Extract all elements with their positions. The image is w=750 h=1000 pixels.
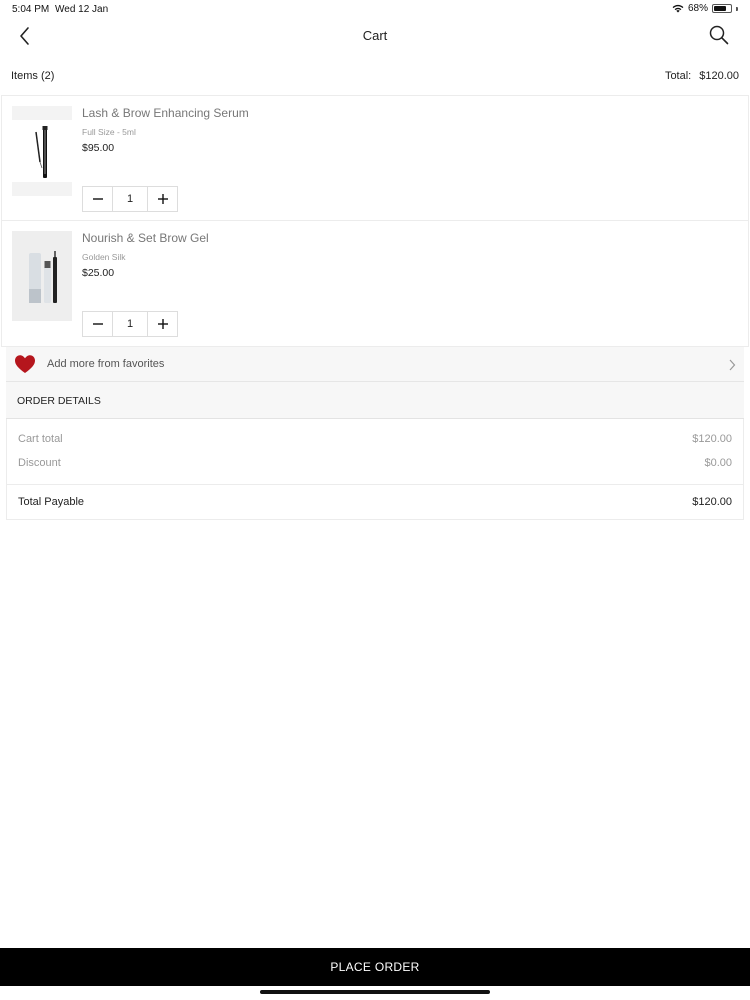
- plus-icon: [157, 319, 168, 329]
- battery-icon: [712, 4, 732, 13]
- product-variant: Golden Silk: [82, 252, 126, 262]
- product-price: $95.00: [82, 142, 115, 154]
- status-indicators: 68%: [672, 3, 738, 14]
- order-details-header: ORDER DETAILS: [6, 382, 744, 419]
- discount-value: $0.00: [704, 457, 732, 469]
- battery-percentage: 68%: [687, 3, 708, 14]
- discount-line: Discount $0.00: [18, 457, 732, 469]
- decrease-quantity-button[interactable]: [83, 312, 112, 336]
- cart-items-list: Lash & Brow Enhancing Serum Full Size - …: [1, 95, 749, 347]
- cart-total-value: $120.00: [692, 433, 732, 445]
- favorites-label: Add more from favorites: [47, 358, 165, 370]
- header: Cart: [0, 18, 750, 54]
- order-details: Cart total $120.00 Discount $0.00 Total …: [6, 419, 744, 520]
- heart-icon: [15, 355, 35, 373]
- cart-item: Nourish & Set Brow Gel Golden Silk $25.0…: [2, 221, 748, 346]
- total-payable-line: Total Payable $120.00: [18, 496, 732, 508]
- plus-icon: [157, 194, 168, 204]
- product-name[interactable]: Lash & Brow Enhancing Serum: [82, 106, 249, 120]
- order-details-title: ORDER DETAILS: [17, 395, 101, 407]
- status-time: 5:04 PM: [12, 4, 50, 15]
- product-variant: Full Size - 5ml: [82, 127, 136, 137]
- product-name[interactable]: Nourish & Set Brow Gel: [82, 231, 209, 245]
- cart-summary: Items (2) Total: $120.00: [0, 68, 750, 84]
- wifi-icon: [672, 4, 684, 13]
- product-image[interactable]: [12, 106, 72, 196]
- increase-quantity-button[interactable]: [148, 187, 177, 211]
- quantity-stepper: 1: [82, 186, 178, 212]
- total-label: Total:: [664, 70, 692, 82]
- search-button[interactable]: [708, 24, 730, 46]
- decrease-quantity-button[interactable]: [83, 187, 112, 211]
- search-icon: [709, 25, 729, 45]
- minus-icon: [92, 323, 103, 325]
- place-order-button[interactable]: PLACE ORDER: [0, 948, 750, 986]
- page-title: Cart: [362, 28, 388, 43]
- status-bar: 5:04 PM Wed 12 Jan 68%: [0, 0, 750, 18]
- items-count: Items (2): [11, 70, 55, 82]
- quantity-value: 1: [112, 312, 148, 336]
- total-payable-value: $120.00: [692, 496, 732, 508]
- minus-icon: [92, 198, 103, 200]
- cart-total-line: Cart total $120.00: [18, 433, 732, 445]
- chevron-right-icon: [729, 359, 736, 371]
- cart-total-summary: Total: $120.00: [665, 70, 739, 82]
- quantity-stepper: 1: [82, 311, 178, 337]
- cart-item: Lash & Brow Enhancing Serum Full Size - …: [2, 96, 748, 221]
- cart-total-label: Cart total: [18, 433, 63, 445]
- quantity-value: 1: [112, 187, 148, 211]
- increase-quantity-button[interactable]: [148, 312, 177, 336]
- discount-label: Discount: [18, 457, 61, 469]
- status-date: Wed 12 Jan: [55, 4, 109, 15]
- total-payable-label: Total Payable: [18, 496, 85, 508]
- divider: [7, 484, 743, 485]
- product-price: $25.00: [82, 267, 115, 279]
- total-value: $120.00: [699, 70, 739, 82]
- add-from-favorites-row[interactable]: Add more from favorites: [6, 346, 744, 382]
- product-image[interactable]: [12, 231, 72, 321]
- home-indicator: [260, 990, 490, 994]
